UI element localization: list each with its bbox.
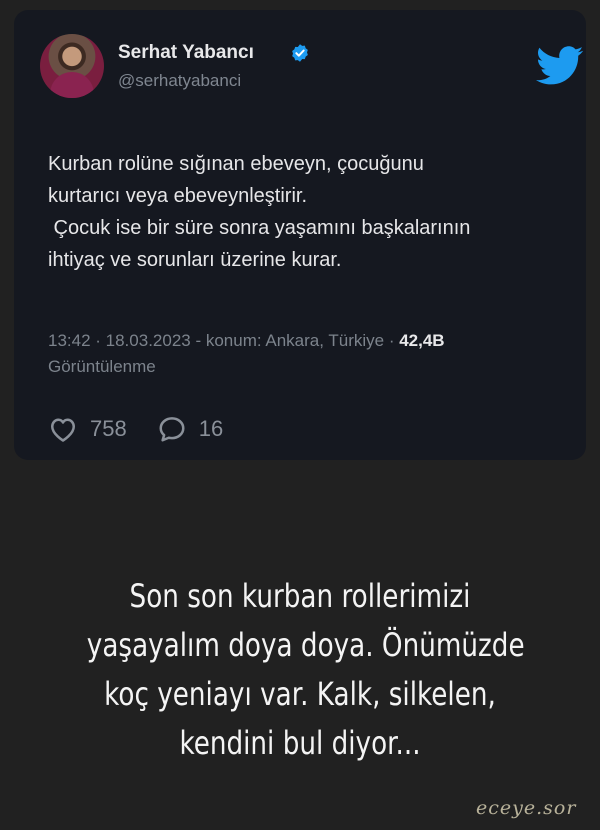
tweet-meta: 13:42 · 18.03.2023 - konum: Ankara, Türk… [48, 328, 578, 380]
views-label: Görüntülenme [48, 357, 156, 376]
timestamp-location[interactable]: 13:42 · 18.03.2023 - konum: Ankara, Türk… [48, 331, 399, 350]
reply-bubble-icon [159, 417, 185, 442]
display-name[interactable]: Serhat Yabancı [118, 42, 254, 64]
tweet-text-line: Çocuk ise bir süre sonra yaşamını başkal… [48, 217, 471, 239]
tweet-text-line: Kurban rolüne sığınan ebeveyn, çocuğunu [48, 153, 424, 175]
heart-icon [51, 418, 75, 442]
caption-line: koç yeniayı var. Kalk, silkelen, [104, 675, 496, 713]
tweet-text-line: ihtiyaç ve sorunları üzerine kurar. [48, 249, 342, 271]
reply-count: 16 [198, 416, 224, 441]
reply-button[interactable]: 16 [157, 415, 223, 443]
like-button[interactable]: 758 [48, 415, 127, 443]
verified-badge-icon [292, 44, 308, 62]
tweet-actions: 758 16 [48, 412, 253, 446]
caption-overlay: Son son kurban rollerimizi yaşayalım doy… [86, 572, 525, 768]
watermark: eceye.sor [476, 797, 577, 819]
tweet-text-line: kurtarıcı veya ebeveynleştirir. [48, 185, 307, 207]
handle[interactable]: @serhatyabanci [118, 71, 241, 91]
caption-line: Son son kurban rollerimizi [129, 577, 471, 615]
tweet-card[interactable]: Serhat Yabancı @serhatyabanci Kurban rol… [14, 10, 586, 460]
views-count[interactable]: 42,4B [399, 331, 444, 350]
caption-line: kendini bul diyor... [179, 724, 421, 762]
like-count: 758 [90, 416, 127, 441]
tweet-text: Kurban rolüne sığınan ebeveyn, çocuğunu … [48, 148, 578, 276]
twitter-bird-icon [536, 46, 584, 85]
avatar[interactable] [40, 34, 104, 98]
caption-line: yaşayalım doya doya. Önümüzde [86, 626, 525, 664]
